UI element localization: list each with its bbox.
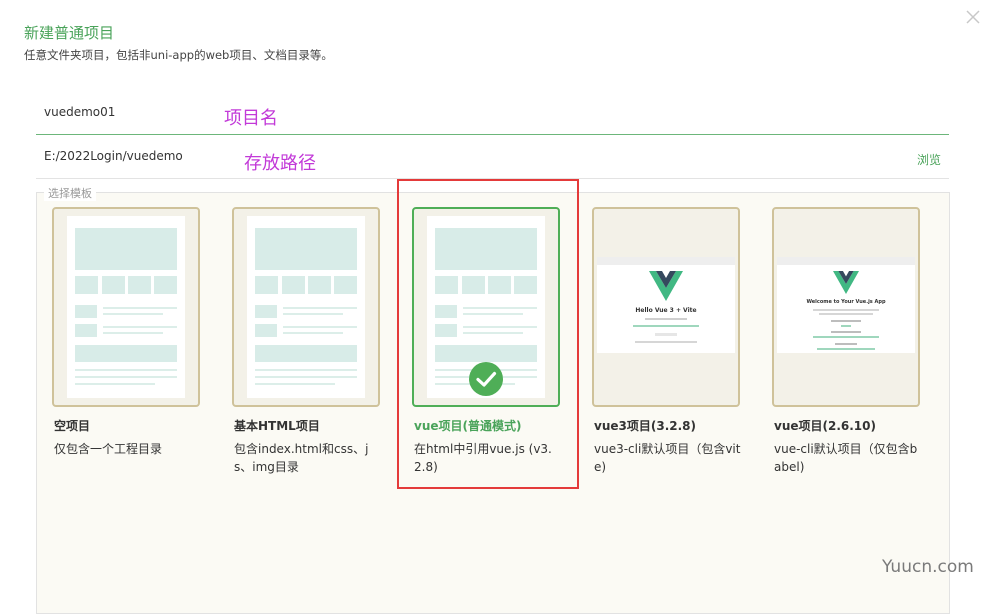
template-thumbnail: Welcome to Your Vue.js App: [772, 207, 920, 407]
vue2-preview-image: Welcome to Your Vue.js App: [777, 257, 915, 353]
check-circle-icon: [469, 362, 503, 396]
vue-logo-icon: [833, 271, 859, 294]
project-name-input[interactable]: [44, 105, 644, 119]
template-card-vue-normal[interactable]: vue项目(普通模式) 在html中引用vue.js (v3.2.8): [412, 207, 560, 476]
template-desc: vue3-cli默认项目（包含vite): [594, 442, 741, 474]
template-desc: 包含index.html和css、js、img目录: [234, 442, 369, 474]
browse-button[interactable]: 浏览: [917, 151, 941, 168]
vue-logo-icon: [649, 271, 683, 301]
template-legend: 选择模板: [44, 185, 96, 201]
dialog-title: 新建普通项目: [24, 24, 115, 42]
project-name-field: [36, 92, 949, 135]
template-desc: vue-cli默认项目（仅包含babel): [774, 442, 918, 474]
layout-preview-image: [247, 216, 365, 398]
template-title: vue项目(2.6.10): [774, 419, 876, 433]
template-thumbnail: [52, 207, 200, 407]
close-icon[interactable]: [962, 6, 984, 28]
template-title: vue3项目(3.2.8): [594, 419, 696, 433]
project-path-input[interactable]: [44, 149, 644, 163]
template-desc: 仅包含一个工程目录: [54, 442, 163, 456]
watermark: Yuucn.com: [882, 557, 974, 577]
template-card-vue3[interactable]: Hello Vue 3 + Vite vue3项目(3.2.8) vue3-cl…: [592, 207, 740, 476]
project-path-annotation: 存放路径: [244, 153, 316, 174]
template-card-vue2[interactable]: Welcome to Your Vue.js App vue项目(2.6.10)…: [772, 207, 920, 476]
template-desc: 在html中引用vue.js (v3.2.8): [414, 442, 552, 474]
template-title: 空项目: [54, 419, 91, 433]
template-card-empty[interactable]: 空项目 仅包含一个工程目录: [52, 207, 200, 458]
vue3-preview-image: Hello Vue 3 + Vite: [597, 257, 735, 353]
template-thumbnail: Hello Vue 3 + Vite: [592, 207, 740, 407]
preview-heading: Hello Vue 3 + Vite: [635, 307, 697, 314]
dialog-subtitle: 任意文件夹项目，包括非uni-app的web项目、文档目录等。: [24, 48, 333, 62]
template-card-basic-html[interactable]: 基本HTML项目 包含index.html和css、js、img目录: [232, 207, 380, 476]
template-thumbnail: [412, 207, 560, 407]
layout-preview-image: [67, 216, 185, 398]
template-thumbnail: [232, 207, 380, 407]
project-path-field: 浏览: [36, 136, 949, 179]
template-title: vue项目(普通模式): [414, 419, 522, 433]
project-name-annotation: 项目名: [224, 108, 278, 129]
template-title: 基本HTML项目: [234, 419, 320, 433]
preview-heading: Welcome to Your Vue.js App: [806, 299, 886, 305]
